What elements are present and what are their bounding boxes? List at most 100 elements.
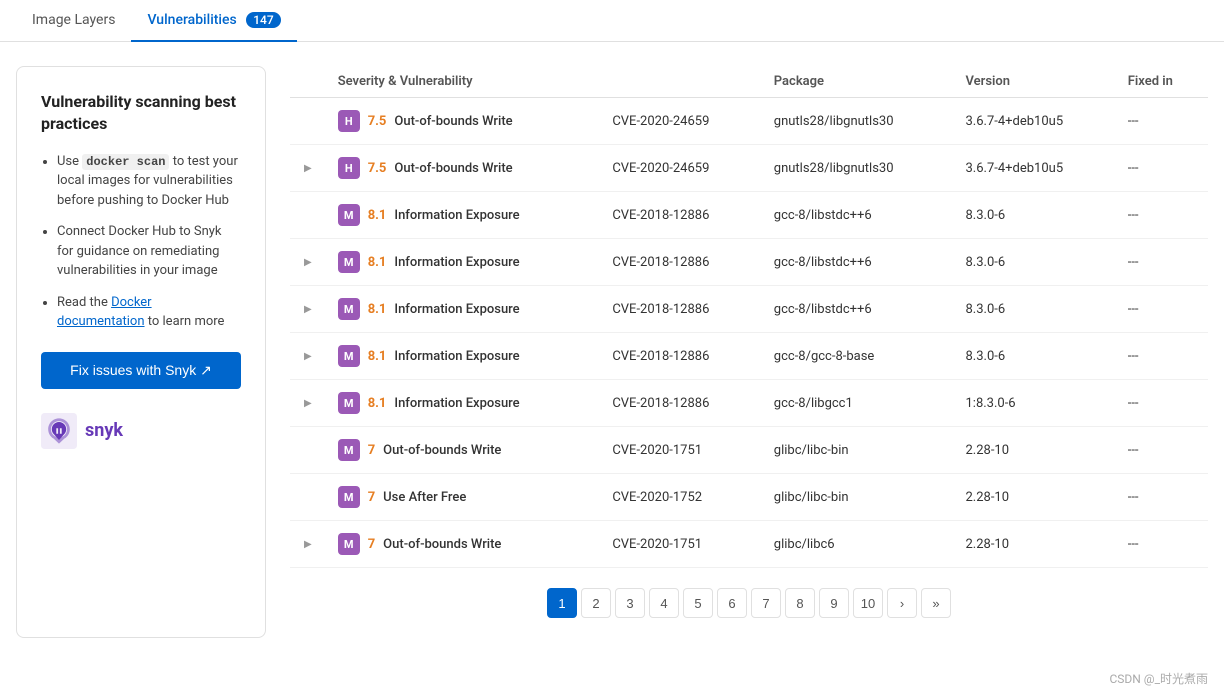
page-3-button[interactable]: 3 bbox=[615, 588, 645, 618]
cve-id: CVE-2020-24659 bbox=[600, 145, 761, 192]
expand-button[interactable]: ▶ bbox=[302, 349, 314, 364]
sidebar-panel: Vulnerability scanning best practices Us… bbox=[16, 66, 266, 638]
package-name: glibc/libc-bin bbox=[762, 427, 954, 474]
severity-cell: M 8.1 Information Exposure bbox=[326, 333, 601, 380]
sidebar-item-2: Connect Docker Hub to Snyk for guidance … bbox=[57, 222, 241, 281]
page-10-button[interactable]: 10 bbox=[853, 588, 883, 618]
version-value: 3.6.7-4+deb10u5 bbox=[953, 98, 1115, 145]
severity-badge: M bbox=[338, 533, 360, 555]
cve-id: CVE-2018-12886 bbox=[600, 286, 761, 333]
package-name: gcc-8/gcc-8-base bbox=[762, 333, 954, 380]
cve-id: CVE-2020-1752 bbox=[600, 474, 761, 521]
severity-score: 7 bbox=[368, 443, 375, 458]
severity-name: Out-of-bounds Write bbox=[383, 443, 501, 458]
expand-cell[interactable]: ▶ bbox=[290, 239, 326, 286]
severity-cell: M 7 Out-of-bounds Write bbox=[326, 427, 601, 474]
cve-id: CVE-2020-24659 bbox=[600, 98, 761, 145]
page-1-button[interactable]: 1 bbox=[547, 588, 577, 618]
page-5-button[interactable]: 5 bbox=[683, 588, 713, 618]
expand-button[interactable]: ▶ bbox=[302, 396, 314, 411]
page-6-button[interactable]: 6 bbox=[717, 588, 747, 618]
severity-name: Information Exposure bbox=[394, 302, 519, 317]
table-header-row: Severity & Vulnerability Package Version… bbox=[290, 66, 1208, 98]
sidebar-list: Use docker scan to test your local image… bbox=[41, 152, 241, 332]
page-2-button[interactable]: 2 bbox=[581, 588, 611, 618]
expand-cell bbox=[290, 427, 326, 474]
expand-button[interactable]: ▶ bbox=[302, 255, 314, 270]
severity-badge: M bbox=[338, 392, 360, 414]
expand-cell[interactable]: ▶ bbox=[290, 286, 326, 333]
sidebar-title: Vulnerability scanning best practices bbox=[41, 91, 241, 136]
severity-cell: H 7.5 Out-of-bounds Write bbox=[326, 98, 601, 145]
severity-name: Information Exposure bbox=[394, 255, 519, 270]
severity-score: 8.1 bbox=[368, 302, 387, 317]
expand-cell[interactable]: ▶ bbox=[290, 333, 326, 380]
package-name: gcc-8/libstdc++6 bbox=[762, 286, 954, 333]
severity-vulnerability-header: Severity & Vulnerability bbox=[326, 66, 762, 98]
expand-button[interactable]: ▶ bbox=[302, 537, 314, 552]
table-row[interactable]: ▶ M 8.1 Information Exposure CVE-2018-12… bbox=[290, 380, 1208, 427]
package-name: gnutls28/libgnutls30 bbox=[762, 145, 954, 192]
fixed-in-value: --- bbox=[1116, 333, 1208, 380]
vulnerability-count-badge: 147 bbox=[246, 12, 280, 28]
fixed-in-value: --- bbox=[1116, 239, 1208, 286]
sidebar-item-1: Use docker scan to test your local image… bbox=[57, 152, 241, 211]
table-row[interactable]: ▶ M 8.1 Information Exposure CVE-2018-12… bbox=[290, 239, 1208, 286]
next-page-button[interactable]: › bbox=[887, 588, 917, 618]
expand-button[interactable]: ▶ bbox=[302, 161, 314, 176]
severity-name: Out-of-bounds Write bbox=[383, 537, 501, 552]
severity-cell: M 7 Out-of-bounds Write bbox=[326, 521, 601, 568]
page-7-button[interactable]: 7 bbox=[751, 588, 781, 618]
package-header: Package bbox=[762, 66, 954, 98]
severity-badge: H bbox=[338, 110, 360, 132]
version-value: 2.28-10 bbox=[953, 521, 1115, 568]
watermark: CSDN @_时光煮雨 bbox=[0, 662, 1224, 695]
expand-cell[interactable]: ▶ bbox=[290, 521, 326, 568]
severity-cell: M 8.1 Information Exposure bbox=[326, 380, 601, 427]
fixed-in-header: Fixed in bbox=[1116, 66, 1208, 98]
fixed-in-value: --- bbox=[1116, 192, 1208, 239]
tab-image-layers[interactable]: Image Layers bbox=[16, 0, 131, 42]
package-name: glibc/libc-bin bbox=[762, 474, 954, 521]
table-row[interactable]: ▶ M 8.1 Information Exposure CVE-2018-12… bbox=[290, 333, 1208, 380]
page-4-button[interactable]: 4 bbox=[649, 588, 679, 618]
expand-cell[interactable]: ▶ bbox=[290, 145, 326, 192]
version-header: Version bbox=[953, 66, 1115, 98]
tab-vulnerabilities[interactable]: Vulnerabilities 147 bbox=[131, 0, 296, 42]
docker-docs-link[interactable]: Docker documentation bbox=[57, 295, 152, 330]
package-name: gcc-8/libstdc++6 bbox=[762, 192, 954, 239]
package-name: gcc-8/libgcc1 bbox=[762, 380, 954, 427]
severity-cell: H 7.5 Out-of-bounds Write bbox=[326, 145, 601, 192]
expand-cell[interactable]: ▶ bbox=[290, 380, 326, 427]
fixed-in-value: --- bbox=[1116, 145, 1208, 192]
table-row[interactable]: ▶ M 8.1 Information Exposure CVE-2018-12… bbox=[290, 286, 1208, 333]
cve-id: CVE-2020-1751 bbox=[600, 521, 761, 568]
cve-id: CVE-2018-12886 bbox=[600, 333, 761, 380]
version-value: 3.6.7-4+deb10u5 bbox=[953, 145, 1115, 192]
severity-name: Use After Free bbox=[383, 490, 466, 505]
severity-name: Information Exposure bbox=[394, 208, 519, 223]
severity-score: 8.1 bbox=[368, 349, 387, 364]
table-row[interactable]: ▶ H 7.5 Out-of-bounds Write CVE-2020-246… bbox=[290, 145, 1208, 192]
severity-badge: M bbox=[338, 251, 360, 273]
snyk-icon bbox=[41, 413, 77, 449]
severity-badge: M bbox=[338, 345, 360, 367]
tabs-bar: Image Layers Vulnerabilities 147 bbox=[0, 0, 1224, 42]
version-value: 8.3.0-6 bbox=[953, 192, 1115, 239]
page-8-button[interactable]: 8 bbox=[785, 588, 815, 618]
sidebar-item-3: Read the Docker documentation to learn m… bbox=[57, 293, 241, 332]
table-row[interactable]: ▶ M 7 Out-of-bounds Write CVE-2020-1751 … bbox=[290, 521, 1208, 568]
table-row: M 8.1 Information Exposure CVE-2018-1288… bbox=[290, 192, 1208, 239]
page-9-button[interactable]: 9 bbox=[819, 588, 849, 618]
severity-badge: M bbox=[338, 486, 360, 508]
main-content: Vulnerability scanning best practices Us… bbox=[0, 42, 1224, 662]
severity-name: Out-of-bounds Write bbox=[394, 161, 512, 176]
last-page-button[interactable]: » bbox=[921, 588, 951, 618]
severity-badge: H bbox=[338, 157, 360, 179]
version-value: 1:8.3.0-6 bbox=[953, 380, 1115, 427]
snyk-logo: snyk bbox=[41, 413, 241, 449]
expand-button[interactable]: ▶ bbox=[302, 302, 314, 317]
fix-issues-button[interactable]: Fix issues with Snyk ↗ bbox=[41, 352, 241, 389]
version-value: 2.28-10 bbox=[953, 427, 1115, 474]
severity-name: Information Exposure bbox=[394, 349, 519, 364]
